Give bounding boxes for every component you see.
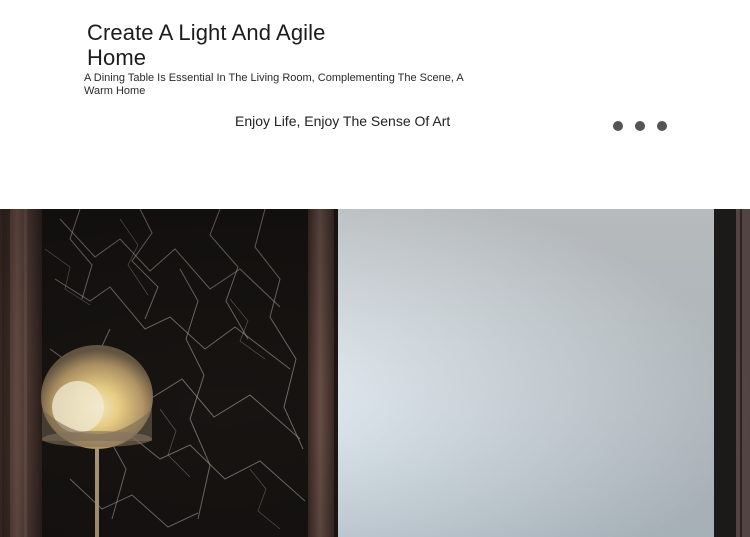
hero-title: Create A Light And Agile Home [87,19,326,70]
carousel-dot-3[interactable] [657,121,667,131]
carousel-dot-1[interactable] [613,121,623,131]
room-illustration [0,209,750,537]
hero-text-section: Create A Light And Agile Home A Dining T… [0,0,750,209]
hero-subtitle: A Dining Table Is Essential In The Livin… [84,72,464,97]
page: Create A Light And Agile Home A Dining T… [0,0,750,537]
hero-tagline: Enjoy Life, Enjoy The Sense Of Art [235,113,451,129]
room-image [0,209,750,537]
carousel-dot-2[interactable] [635,121,645,131]
carousel-dots[interactable] [613,121,667,131]
